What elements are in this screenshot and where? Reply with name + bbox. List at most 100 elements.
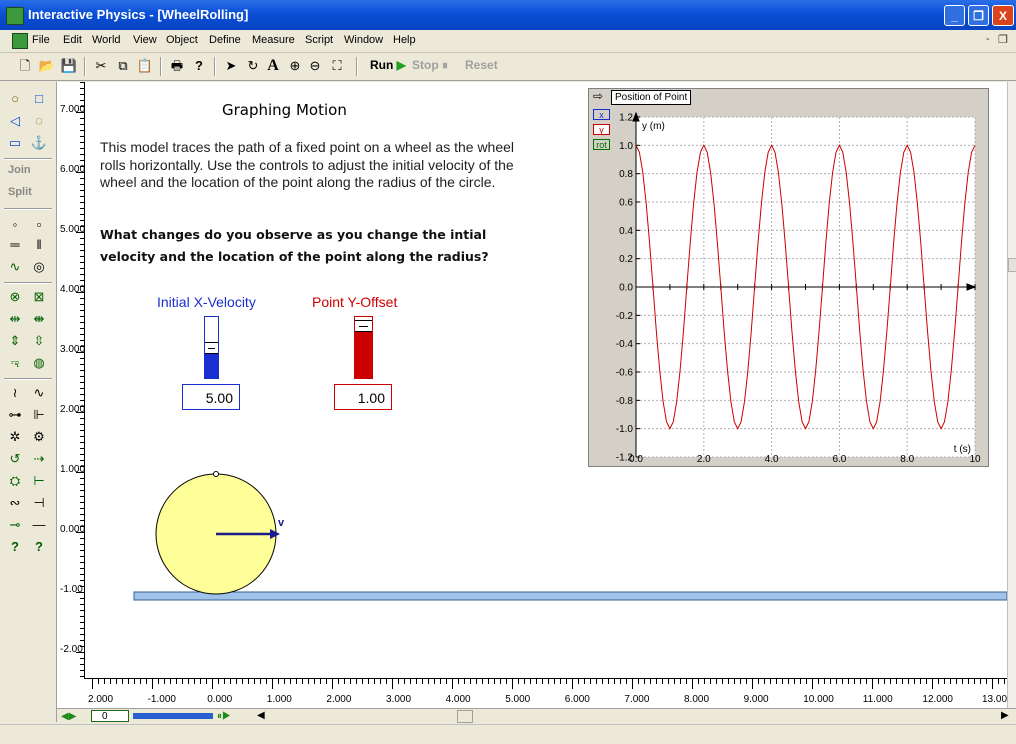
paste-icon[interactable]: 📋 — [136, 57, 154, 75]
new-file-icon[interactable]: 🗋 — [16, 57, 34, 75]
scroll-left-arrow-icon[interactable]: ◀ — [257, 710, 265, 721]
vertical-scrollbar[interactable] — [1007, 82, 1016, 710]
y-tick-label: 1.0 — [619, 141, 633, 152]
menu-world[interactable]: World — [92, 34, 121, 46]
rigid-joint-icon[interactable]: ⊠ — [30, 288, 48, 306]
mdi-restore-button[interactable]: ❐ — [998, 33, 1008, 46]
ground-plane[interactable] — [133, 591, 1007, 601]
offset-value-field[interactable]: 1.00 — [334, 384, 392, 410]
force-tool-icon[interactable]: ⇢ — [30, 450, 48, 468]
menu-file[interactable]: File — [32, 34, 50, 46]
print-icon[interactable]: 🖶 — [168, 57, 186, 75]
damper-tool-icon[interactable]: ∿ — [30, 384, 48, 402]
menu-window[interactable]: Window — [344, 34, 383, 46]
point-element-icon[interactable]: ◦ — [6, 216, 24, 234]
hruler-label: 1.000 — [266, 694, 292, 705]
window-title: Interactive Physics - [WheelRolling] — [28, 7, 249, 22]
keyed-vertical-joint-icon[interactable]: ⇳ — [30, 332, 48, 350]
gear-tool-icon[interactable]: ⛭ — [6, 472, 24, 490]
velocity-slider[interactable] — [204, 316, 219, 379]
curved-slot-icon[interactable]: ∿ — [6, 258, 24, 276]
menu-object[interactable]: Object — [166, 34, 198, 46]
close-button[interactable]: X — [992, 5, 1014, 26]
torque-tool-icon[interactable]: ↺ — [6, 450, 24, 468]
stop-button[interactable]: Stop ⏸ — [412, 58, 448, 73]
open-folder-icon[interactable]: 📂 — [38, 57, 56, 75]
closed-slot-icon[interactable]: ◎ — [30, 258, 48, 276]
tool-palette: ○ □ ◁ ◌ ▭ ⚓ Join Split ◦ ▫ ═ ‖ ∿ ◎ ⊗ ⊠ ⇹… — [0, 82, 57, 722]
actuator-tool-icon[interactable]: ⚙ — [30, 428, 48, 446]
cut-icon[interactable]: ✂ — [92, 57, 110, 75]
velocity-slider-thumb[interactable] — [205, 342, 218, 354]
rope-tool-icon[interactable]: ⊶ — [6, 406, 24, 424]
minimize-button[interactable]: _ — [944, 5, 965, 26]
motor-tool-icon[interactable]: ✲ — [6, 428, 24, 446]
vruler-label: 6.000 — [60, 164, 86, 175]
attach-control-icon[interactable]: ? — [30, 538, 48, 556]
menu-script[interactable]: Script — [305, 34, 333, 46]
menu-define[interactable]: Define — [209, 34, 241, 46]
play-icon: ▶ — [396, 58, 406, 72]
square-element-icon[interactable]: ▫ — [30, 216, 48, 234]
rope-pulley-icon[interactable]: ⊸ — [6, 516, 24, 534]
graph-window[interactable]: ⇨ Position of Point x y rot 1.2 1.0 0.8 0.6… — [588, 88, 989, 467]
square-point-tool-icon[interactable]: ▭ — [6, 134, 24, 152]
keyed-slot-joint-icon[interactable]: ⇼ — [30, 310, 48, 328]
x-tick-label: 10 — [969, 454, 981, 465]
mdi-minimize-button[interactable]: - — [986, 33, 990, 45]
split-button[interactable]: Split — [8, 186, 32, 198]
circle-tool-icon[interactable]: ○ — [6, 90, 24, 108]
menu-view[interactable]: View — [133, 34, 157, 46]
text-tool-icon[interactable]: A — [264, 57, 282, 75]
document-icon[interactable] — [12, 33, 28, 49]
app-icon[interactable] — [6, 7, 24, 25]
attach-meter-icon[interactable]: ? — [6, 538, 24, 556]
step-back-icon[interactable]: ◀▶ — [61, 711, 76, 722]
vertical-scroll-thumb[interactable] — [1008, 258, 1016, 272]
rotate-tool-icon[interactable]: ↻ — [244, 57, 262, 75]
menu-help[interactable]: Help — [393, 34, 416, 46]
line-tool-icon[interactable]: — — [30, 516, 48, 534]
menu-measure[interactable]: Measure — [252, 34, 295, 46]
frame-counter-field[interactable]: 0 — [91, 710, 129, 722]
horizontal-slot-joint-icon[interactable]: ⇹ — [6, 310, 24, 328]
offset-slider[interactable] — [354, 316, 373, 379]
run-button[interactable]: Run ▶ — [370, 58, 406, 72]
slot-vertical-icon[interactable]: ‖ — [30, 236, 48, 254]
rectangle-tool-icon[interactable]: □ — [30, 90, 48, 108]
anchor-tool-icon[interactable]: ⚓ — [30, 134, 48, 152]
vertical-slot-joint-icon[interactable]: ⇕ — [6, 332, 24, 350]
slot-horizontal-icon[interactable]: ═ — [6, 236, 24, 254]
join-button[interactable]: Join — [8, 164, 31, 176]
pulley-tool-icon[interactable]: ∾ — [6, 494, 24, 512]
offset-slider-thumb[interactable] — [355, 320, 372, 332]
spring-tool-icon[interactable]: ≀ — [6, 384, 24, 402]
maximize-button[interactable]: ❐ — [968, 5, 989, 26]
curved-body-tool-icon[interactable]: ◌ — [30, 112, 48, 130]
zoom-in-icon[interactable]: ⊕ — [286, 57, 304, 75]
polygon-tool-icon[interactable]: ◁ — [6, 112, 24, 130]
curved-slot-joint-icon[interactable]: ಇ — [6, 354, 24, 372]
play-forward-icon[interactable]: ⏸▶ — [217, 711, 231, 722]
horizontal-scroll-thumb[interactable] — [457, 710, 473, 723]
menu-edit[interactable]: Edit — [63, 34, 82, 46]
closed-slot-joint-icon[interactable]: ◍ — [30, 354, 48, 372]
tape-progress-bar[interactable] — [133, 713, 213, 719]
help-icon[interactable]: ? — [190, 57, 208, 75]
zoom-fit-icon[interactable]: ⛶ — [328, 57, 346, 75]
copy-icon[interactable]: ⧉ — [114, 57, 132, 75]
scroll-right-arrow-icon[interactable]: ▶ — [1001, 710, 1009, 721]
tracked-point[interactable] — [213, 471, 219, 477]
linear-actuator-icon[interactable]: ⊢ — [30, 472, 48, 490]
velocity-value-field[interactable]: 5.00 — [182, 384, 240, 410]
model-description: This model traces the path of a fixed po… — [100, 139, 515, 190]
hruler-label: 3.000 — [386, 694, 412, 705]
save-icon[interactable]: 💾 — [60, 57, 78, 75]
y-tick-label: 0.8 — [619, 169, 633, 180]
separator-tool-icon[interactable]: ⊩ — [30, 406, 48, 424]
zoom-out-icon[interactable]: ⊖ — [306, 57, 324, 75]
arrow-tool-icon[interactable]: ➤ — [222, 57, 240, 75]
reset-button[interactable]: Reset — [465, 58, 498, 72]
rod-tool-icon[interactable]: ⊣ — [30, 494, 48, 512]
pin-joint-icon[interactable]: ⊗ — [6, 288, 24, 306]
